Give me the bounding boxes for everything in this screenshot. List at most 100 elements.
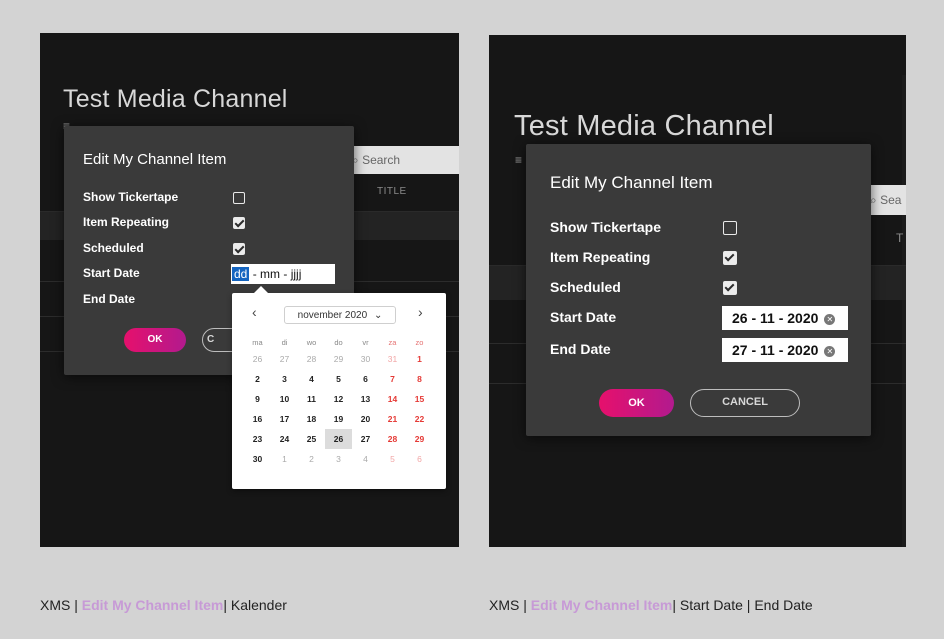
- calendar-day[interactable]: 27: [352, 429, 379, 449]
- calendar-day[interactable]: 16: [244, 409, 271, 429]
- calendar-day[interactable]: 30: [352, 349, 379, 369]
- show-tickertape-checkbox[interactable]: [723, 221, 737, 235]
- end-date-value: 27 - 11 - 2020: [732, 342, 819, 358]
- calendar-day[interactable]: 29: [325, 349, 352, 369]
- start-date-input[interactable]: dd - mm - jjjj: [231, 264, 335, 284]
- caption-prefix: XMS |: [40, 597, 82, 613]
- calendar-day[interactable]: 13: [352, 389, 379, 409]
- calendar-day[interactable]: 31: [379, 349, 406, 369]
- calendar-day[interactable]: 17: [271, 409, 298, 429]
- calendar-day[interactable]: 11: [298, 389, 325, 409]
- caption-highlight: Edit My Channel Item: [530, 597, 673, 613]
- item-repeating-checkbox[interactable]: [723, 251, 737, 265]
- dialog-title: Edit My Channel Item: [83, 151, 227, 168]
- calendar-day[interactable]: 22: [406, 409, 433, 429]
- calendar-day[interactable]: 9: [244, 389, 271, 409]
- calendar-day[interactable]: 10: [271, 389, 298, 409]
- scheduled-label: Scheduled: [83, 241, 144, 255]
- caption-suffix: | Start Date | End Date: [672, 597, 813, 613]
- calendar-day[interactable]: 14: [379, 389, 406, 409]
- day-segment-selected[interactable]: dd: [232, 267, 250, 281]
- cancel-button[interactable]: CANCEL: [690, 389, 800, 417]
- app-title: Test Media Channel: [63, 85, 288, 113]
- dialog-title: Edit My Channel Item: [550, 173, 713, 192]
- calendar-day[interactable]: 20: [352, 409, 379, 429]
- app-title: Test Media Channel: [514, 110, 774, 142]
- calendar-day[interactable]: 21: [379, 409, 406, 429]
- calendar-day[interactable]: 28: [298, 349, 325, 369]
- chevron-left-icon[interactable]: ‹: [252, 304, 257, 320]
- weekday-header-row: ma di wo do vr za zo: [244, 335, 433, 349]
- calendar-day[interactable]: 5: [325, 369, 352, 389]
- caption-right: XMS | Edit My Channel Item| Start Date |…: [489, 597, 813, 613]
- start-date-label: Start Date: [550, 309, 617, 325]
- end-date-input[interactable]: 27 - 11 - 2020 ✕: [722, 338, 848, 362]
- calendar-week-row: 16 17 18 19 20 21 22: [244, 409, 433, 429]
- calendar-day[interactable]: 25: [298, 429, 325, 449]
- list-icon[interactable]: ≡: [515, 153, 522, 167]
- calendar-day[interactable]: 4: [352, 449, 379, 469]
- calendar-week-row: 30 1 2 3 4 5 6: [244, 449, 433, 469]
- start-date-value: 26 - 11 - 2020: [732, 310, 819, 326]
- calendar-day[interactable]: 15: [406, 389, 433, 409]
- column-header-title[interactable]: T: [896, 231, 904, 245]
- calendar-day[interactable]: 6: [352, 369, 379, 389]
- calendar-day[interactable]: 1: [406, 349, 433, 369]
- column-header-title[interactable]: TITLE: [377, 186, 407, 197]
- caption-prefix: XMS |: [489, 597, 531, 613]
- caption-highlight: Edit My Channel Item: [81, 597, 224, 613]
- chevron-down-icon: ⌄: [373, 310, 383, 321]
- weekday-label: vr: [362, 337, 369, 347]
- calendar-day[interactable]: 30: [244, 449, 271, 469]
- item-repeating-checkbox[interactable]: [233, 217, 245, 229]
- ok-button[interactable]: OK: [124, 328, 186, 352]
- calendar-day[interactable]: 12: [325, 389, 352, 409]
- search-input[interactable]: ⌕ Search: [346, 146, 459, 174]
- calendar-day[interactable]: 8: [406, 369, 433, 389]
- calendar-day[interactable]: 5: [379, 449, 406, 469]
- calendar-day[interactable]: 26: [244, 349, 271, 369]
- calendar-day[interactable]: 7: [379, 369, 406, 389]
- clear-icon[interactable]: ✕: [824, 313, 836, 325]
- calendar-pointer: [254, 286, 268, 293]
- show-tickertape-checkbox[interactable]: [233, 192, 245, 204]
- caption-left: XMS | Edit My Channel Item| Kalender: [40, 597, 287, 613]
- calendar-day[interactable]: 23: [244, 429, 271, 449]
- scheduled-checkbox[interactable]: [723, 281, 737, 295]
- calendar-day[interactable]: 28: [379, 429, 406, 449]
- scheduled-checkbox[interactable]: [233, 243, 245, 255]
- calendar-day[interactable]: 18: [298, 409, 325, 429]
- calendar-day[interactable]: 1: [271, 449, 298, 469]
- calendar-day[interactable]: 2: [298, 449, 325, 469]
- calendar-week-row: 9 10 11 12 13 14 15: [244, 389, 433, 409]
- calendar-day[interactable]: 4: [298, 369, 325, 389]
- calendar-day[interactable]: 2: [244, 369, 271, 389]
- end-date-label: End Date: [550, 341, 611, 357]
- caption-suffix: | Kalender: [223, 597, 287, 613]
- weekday-label: za: [388, 337, 397, 347]
- chevron-right-icon[interactable]: ›: [418, 304, 423, 320]
- calendar-day[interactable]: 27: [271, 349, 298, 369]
- calendar-day[interactable]: 26: [325, 429, 352, 449]
- calendar-day[interactable]: 3: [325, 449, 352, 469]
- year-segment[interactable]: jjjj: [291, 267, 302, 281]
- weekday-label: ma: [252, 337, 263, 347]
- calendar-week-row: 23 24 25 26 27 28 29: [244, 429, 433, 449]
- calendar-week-row: 26 27 28 29 30 31 1: [244, 349, 433, 369]
- month-select[interactable]: november 2020 ⌄: [284, 306, 396, 324]
- calendar-week-row: 2345678: [244, 369, 433, 389]
- search-placeholder: Sea: [880, 193, 902, 207]
- show-tickertape-label: Show Tickertape: [550, 219, 662, 235]
- calendar-day[interactable]: 6: [406, 449, 433, 469]
- month-segment[interactable]: mm: [260, 267, 280, 281]
- search-placeholder: Search: [362, 153, 401, 167]
- clear-icon[interactable]: ✕: [824, 345, 836, 357]
- calendar-day[interactable]: 24: [271, 429, 298, 449]
- weekday-label: di: [281, 337, 288, 347]
- date-picker-calendar: ‹ november 2020 ⌄ › ma di wo do vr za zo…: [232, 286, 446, 489]
- calendar-day[interactable]: 29: [406, 429, 433, 449]
- calendar-day[interactable]: 19: [325, 409, 352, 429]
- calendar-day[interactable]: 3: [271, 369, 298, 389]
- start-date-input[interactable]: 26 - 11 - 2020 ✕: [722, 306, 848, 330]
- ok-button[interactable]: OK: [599, 389, 674, 417]
